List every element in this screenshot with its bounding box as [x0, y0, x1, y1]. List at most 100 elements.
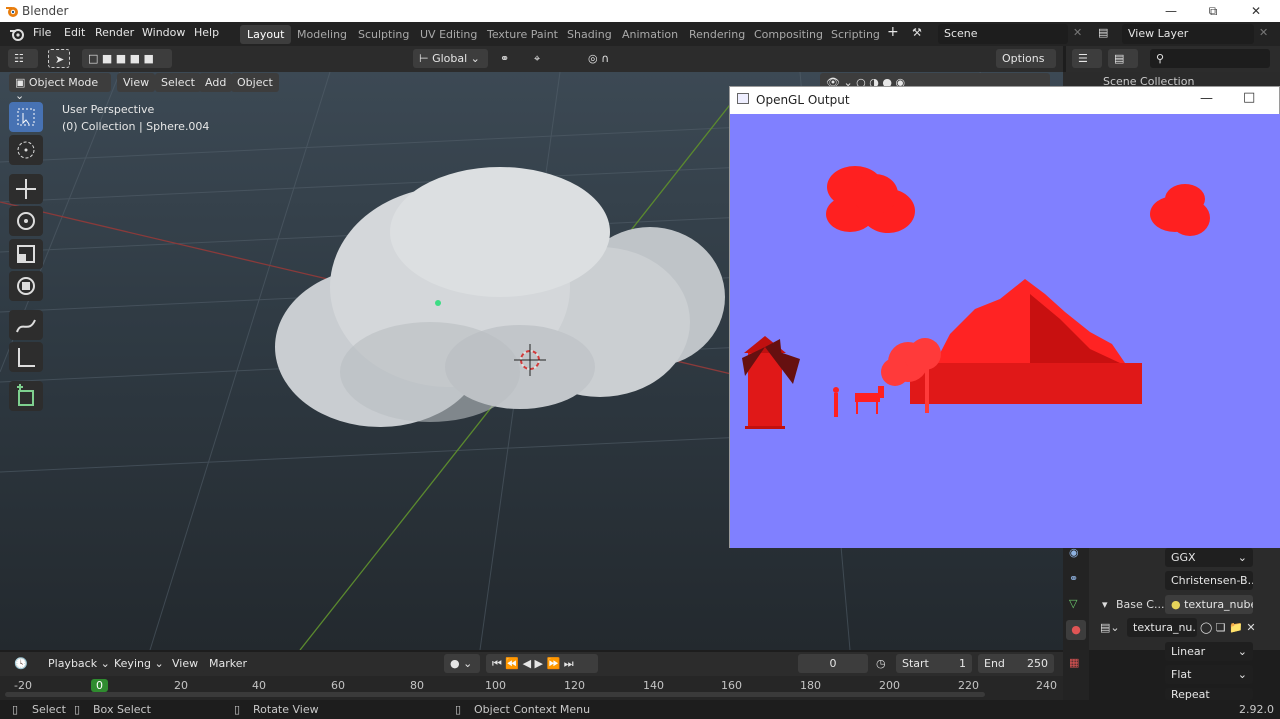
base-color-texture-field[interactable]: ● textura_nube... [1165, 595, 1253, 614]
menu-object[interactable]: Object [231, 73, 279, 92]
tab-compositing[interactable]: Compositing [747, 25, 830, 44]
properties-tabs: ◉ ⚭ ▽ ● ▦ [1063, 540, 1089, 700]
minimize-icon[interactable]: — [1156, 2, 1186, 20]
view-layer-selector[interactable]: View Layer [1122, 24, 1254, 44]
opengl-output-window[interactable]: OpenGL Output — □ [729, 86, 1280, 548]
menu-view[interactable]: View [117, 73, 156, 92]
data-tab-icon[interactable]: ▽ [1069, 597, 1077, 610]
subsurface-method-dropdown[interactable]: Christensen-B... [1165, 571, 1253, 590]
window-titlebar: Blender — ⧉ ✕ [0, 0, 1280, 22]
add-cube-tool-icon[interactable] [9, 381, 43, 411]
outliner-editor-icon[interactable]: ☰ [1072, 49, 1102, 68]
transform-orientation-dropdown[interactable]: ⊢ Global ⌄ [413, 49, 488, 68]
base-color-expand-icon[interactable]: ▾ [1102, 598, 1108, 611]
measure-tool-icon[interactable] [9, 342, 43, 372]
tick-label: 240 [1036, 679, 1057, 692]
interpolation-dropdown[interactable]: Linear ⌄ [1165, 642, 1253, 661]
tab-uv-editing[interactable]: UV Editing [413, 25, 484, 44]
current-frame-indicator[interactable]: 0 [91, 679, 108, 692]
timeline-scrubber[interactable]: -20 0 20 40 60 80 100 120 140 160 180 20… [0, 676, 1063, 700]
tick-label: 220 [958, 679, 979, 692]
object-mode-dropdown[interactable]: ▣ Object Mode ⌄ [9, 73, 111, 102]
scene-icon[interactable]: ⚒ [912, 26, 922, 39]
start-frame-field[interactable]: Start 1 [896, 654, 972, 673]
select-box-icon[interactable] [9, 102, 43, 132]
scene-selector[interactable]: Scene [938, 24, 1068, 44]
menu-select[interactable]: Select [155, 73, 201, 92]
tab-shading[interactable]: Shading [560, 25, 619, 44]
tick-label: -20 [14, 679, 32, 692]
tab-texture-paint[interactable]: Texture Paint [480, 25, 565, 44]
projection-dropdown[interactable]: Flat ⌄ [1165, 665, 1253, 684]
end-label: End [984, 657, 1005, 670]
transform-tool-icon[interactable] [9, 271, 43, 301]
tab-scripting[interactable]: Scripting [824, 25, 887, 44]
editor-type-icon[interactable]: ☷ [8, 49, 38, 68]
distribution-dropdown[interactable]: GGX ⌄ [1165, 548, 1253, 567]
image-name-field[interactable]: textura_nu... [1127, 618, 1197, 637]
rotate-tool-icon[interactable] [9, 206, 43, 236]
menu-edit[interactable]: Edit [64, 26, 85, 39]
menu-add[interactable]: Add [199, 73, 233, 92]
tab-layout[interactable]: Layout [240, 25, 292, 44]
tab-modeling[interactable]: Modeling [290, 25, 354, 44]
red-cloud-left [826, 166, 915, 233]
tick-label: 180 [800, 679, 821, 692]
texture-name: textura_nube... [1184, 598, 1253, 611]
menu-help[interactable]: Help [194, 26, 219, 39]
tab-sculpting[interactable]: Sculpting [351, 25, 416, 44]
tick-label: 40 [252, 679, 266, 692]
options-dropdown[interactable]: Options ⌄ [996, 49, 1056, 78]
end-frame-field[interactable]: End 250 [978, 654, 1054, 673]
timeline-scrollbar[interactable] [5, 692, 985, 697]
select-mode-icons[interactable]: □ ■ ■ ■ ■ [82, 49, 172, 68]
menu-playback[interactable]: Playback ⌄ [42, 654, 116, 673]
pivot-icon[interactable]: ⚭ [494, 49, 524, 68]
move-tool-icon[interactable] [9, 174, 43, 204]
current-frame-field[interactable]: 0 [798, 654, 868, 673]
view-layer-icon[interactable]: ▤ [1098, 26, 1108, 39]
cursor-tool-icon[interactable] [9, 135, 43, 165]
snap-icon[interactable]: ⌖ [528, 49, 578, 68]
menu-render[interactable]: Render [95, 26, 134, 39]
tick-label: 100 [485, 679, 506, 692]
annotate-tool-icon[interactable] [9, 310, 43, 340]
tab-rendering[interactable]: Rendering [682, 25, 752, 44]
timeline-editor-icon[interactable]: 🕓 [8, 654, 38, 673]
tab-animation[interactable]: Animation [615, 25, 685, 44]
status-context-menu: Object Context Menu [474, 703, 591, 716]
image-browse-icon[interactable]: ▤⌄ [1100, 621, 1120, 634]
close-icon[interactable]: ✕ [1241, 2, 1271, 20]
mouse-drag-icon: ▯ [74, 703, 81, 716]
record-icon[interactable]: ● ⌄ [444, 654, 480, 673]
playback-controls[interactable]: ⏮ ⏪ ◀ ▶ ⏩ ⏭ [486, 654, 598, 673]
add-workspace-icon[interactable]: + [887, 24, 899, 40]
menu-keying[interactable]: Keying ⌄ [108, 654, 170, 673]
view-layer-remove-icon[interactable]: ✕ [1259, 26, 1268, 39]
projection-value: Flat [1171, 668, 1192, 681]
tick-label: 120 [564, 679, 585, 692]
restore-icon[interactable]: ⧉ [1198, 2, 1228, 20]
select-tool-icon[interactable]: ➤ [48, 49, 70, 68]
constraints-tab-icon[interactable]: ⚭ [1069, 572, 1078, 585]
scale-tool-icon[interactable] [9, 239, 43, 269]
menu-timeline-view[interactable]: View [166, 654, 205, 673]
cloud-mesh[interactable] [275, 167, 725, 427]
menu-window[interactable]: Window [142, 26, 185, 39]
outliner-search-input[interactable]: ⚲ [1150, 49, 1270, 68]
material-tab-icon[interactable]: ● [1066, 620, 1086, 640]
gl-canvas[interactable] [730, 114, 1280, 548]
blender-menu-icon[interactable] [8, 26, 26, 42]
status-select: Select [32, 703, 66, 716]
extension-dropdown[interactable]: Repeat [1165, 688, 1253, 700]
menu-file[interactable]: File [33, 26, 51, 39]
scene-remove-icon[interactable]: ✕ [1073, 26, 1082, 39]
clock-icon[interactable]: ◷ [876, 657, 886, 670]
gl-minimize-icon[interactable]: — [1200, 91, 1213, 106]
gl-maximize-icon[interactable]: □ [1243, 90, 1255, 105]
display-mode-icon[interactable]: ▤ [1108, 49, 1138, 68]
texture-tab-icon[interactable]: ▦ [1069, 656, 1079, 669]
proportional-edit-icon[interactable]: ◎ ∩ [582, 49, 628, 68]
image-action-icons[interactable]: ◯ ❏ 📁 ✕ [1200, 621, 1256, 634]
menu-marker[interactable]: Marker [203, 654, 254, 673]
